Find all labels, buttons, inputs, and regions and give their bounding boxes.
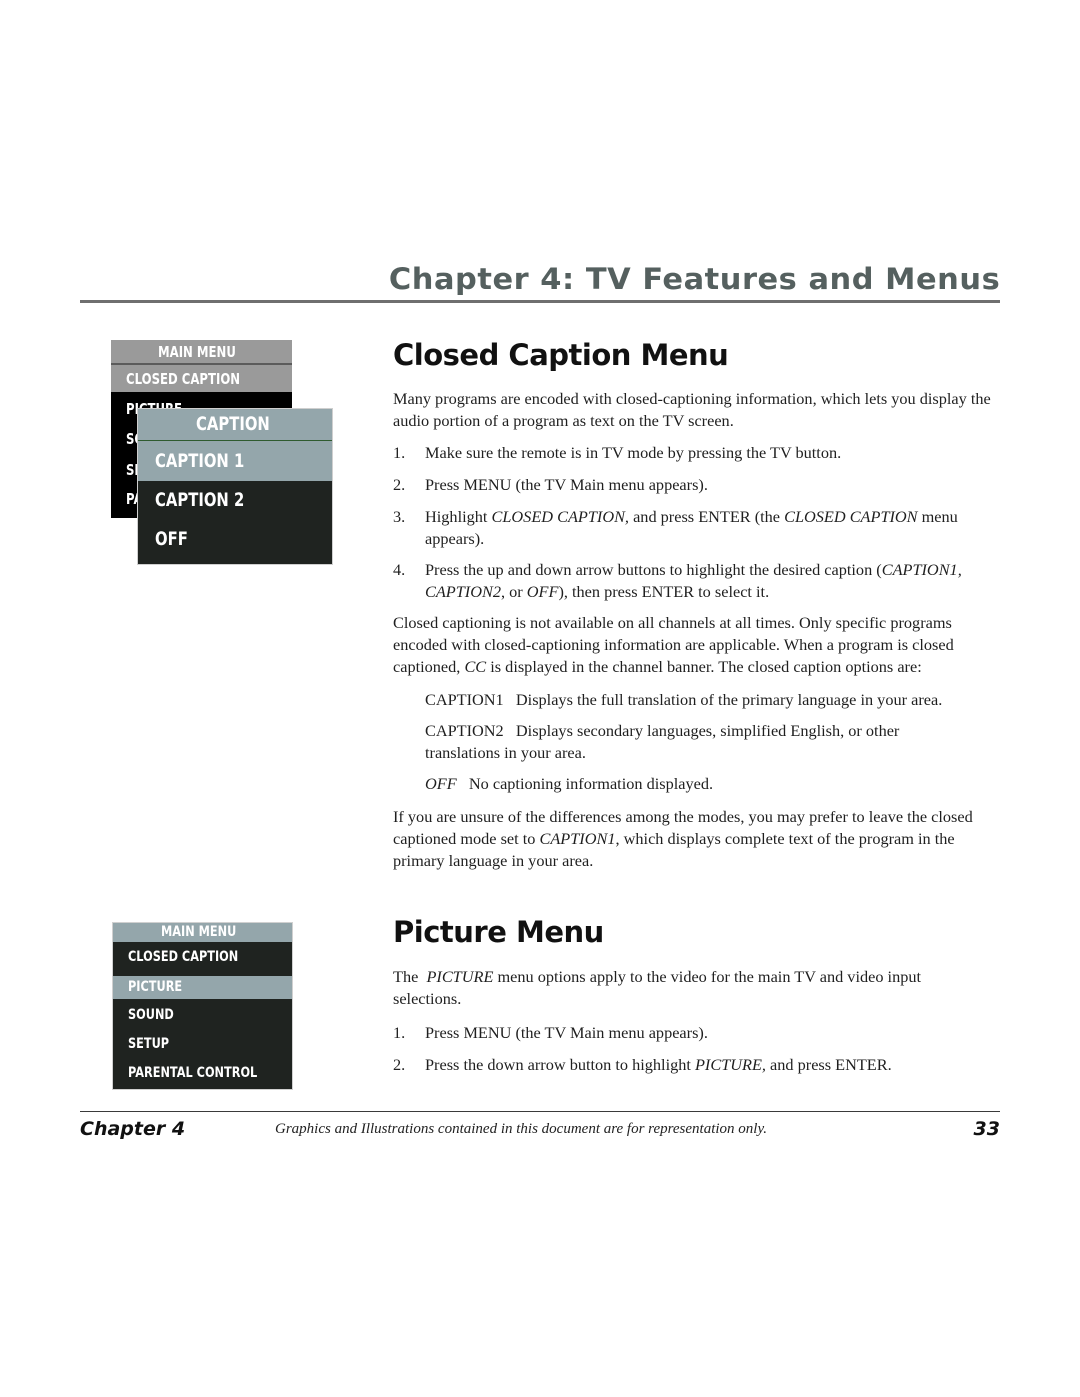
step-text: Press MENU (the TV Main menu appears).	[425, 1023, 708, 1042]
availability-paragraph: Closed captioning is not available on al…	[393, 613, 954, 676]
menu-header-label: MAIN MENU	[158, 343, 236, 361]
option-desc: No captioning information displayed.	[468, 774, 714, 793]
submenu-item-label: CAPTION 1	[155, 450, 245, 472]
menu-item-label: CLOSED CAPTION	[126, 370, 241, 388]
step-2: 2. Press MENU (the TV Main menu appears)…	[393, 474, 1000, 496]
closed-caption-heading: Closed Caption Menu	[393, 338, 729, 372]
caption-submenu-graphic: CAPTION CAPTION 1 CAPTION 2 OFF	[138, 409, 332, 564]
step-3: 3. Highlight CLOSED CAPTION, and press E…	[393, 506, 1000, 550]
tv-main-menu-picture-graphic: MAIN MENU CLOSED CAPTION PICTURE SOUND S…	[113, 923, 292, 1089]
step-number: 3.	[393, 507, 406, 526]
menu-item-highlighted: CLOSED CAPTION	[111, 365, 292, 392]
picture-intro: The PICTURE menu options apply to the vi…	[393, 967, 926, 1008]
menu-header: MAIN MENU	[113, 923, 292, 942]
option-caption2: CAPTION2 Displays secondary languages, s…	[425, 720, 935, 764]
step-text: Highlight CLOSED CAPTION, and press ENTE…	[425, 507, 958, 548]
menu-item: SOUND	[128, 1007, 174, 1023]
submenu-header: CAPTION	[138, 409, 332, 441]
option-off: OFF No captioning information displayed.	[425, 773, 1000, 795]
menu-item: SETUP	[128, 1036, 170, 1052]
option-desc: Displays the full translation of the pri…	[515, 690, 943, 709]
option-name: CAPTION1	[425, 690, 504, 709]
step-number: 2.	[393, 475, 406, 494]
picture-step-1: 1. Press MENU (the TV Main menu appears)…	[393, 1022, 1000, 1044]
menu-item: CLOSED CAPTION	[128, 949, 239, 965]
option-name: OFF	[425, 774, 457, 793]
step-text: Press the up and down arrow buttons to h…	[425, 560, 962, 601]
step-number: 2.	[393, 1055, 406, 1074]
menu-header: MAIN MENU	[111, 340, 292, 365]
step-text: Press MENU (the TV Main menu appears).	[425, 475, 708, 494]
footer-disclaimer: Graphics and Illustrations contained in …	[275, 1121, 768, 1137]
step-number: 1.	[393, 443, 406, 462]
advice-paragraph: If you are unsure of the differences amo…	[393, 807, 973, 870]
footer-chapter-label: Chapter 4	[80, 1118, 186, 1140]
submenu-item-highlighted: CAPTION 1	[138, 441, 332, 481]
submenu-header-label: CAPTION	[196, 413, 270, 435]
closed-caption-intro: Many programs are encoded with closed-ca…	[393, 389, 991, 430]
menu-item: PARENTAL CONTROL	[128, 1065, 258, 1081]
footer-divider	[80, 1111, 1000, 1112]
page-number: 33	[973, 1118, 1000, 1140]
picture-menu-heading: Picture Menu	[393, 915, 604, 949]
menu-item-highlighted: PICTURE	[113, 976, 292, 999]
menu-header-label: MAIN MENU	[161, 924, 237, 940]
step-text: Press the down arrow button to highlight…	[425, 1055, 892, 1074]
picture-step-2: 2. Press the down arrow button to highli…	[393, 1054, 1000, 1076]
step-number: 1.	[393, 1023, 406, 1042]
step-1: 1. Make sure the remote is in TV mode by…	[393, 442, 1000, 464]
submenu-item: CAPTION 2	[155, 489, 245, 511]
chapter-title: Chapter 4: TV Features and Menus	[388, 262, 1000, 296]
submenu-item: OFF	[155, 528, 188, 550]
step-number: 4.	[393, 560, 406, 579]
menu-item-label: PICTURE	[128, 979, 183, 995]
option-name: CAPTION2	[425, 721, 504, 740]
chapter-header: Chapter 4: TV Features and Menus	[80, 258, 1000, 303]
step-text: Make sure the remote is in TV mode by pr…	[425, 443, 842, 462]
step-4: 4. Press the up and down arrow buttons t…	[393, 559, 1000, 603]
option-caption1: CAPTION1 Displays the full translation o…	[425, 689, 1000, 711]
